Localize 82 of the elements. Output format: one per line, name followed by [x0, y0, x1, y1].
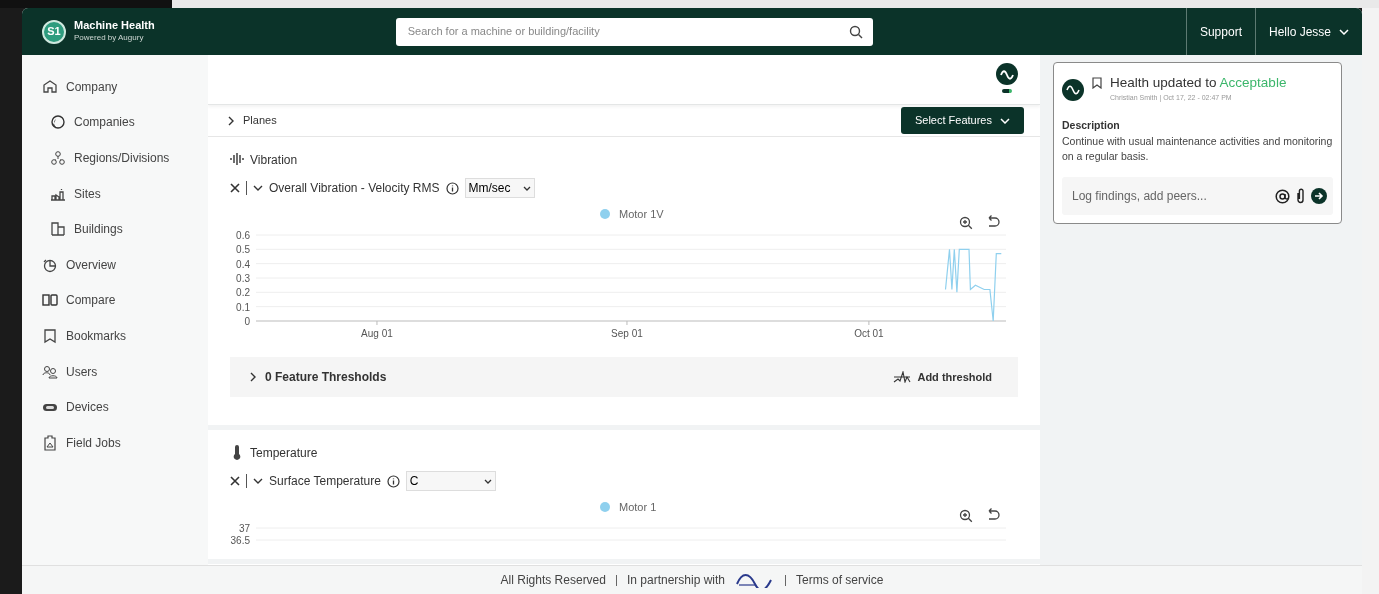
logo-badge: S1 [42, 19, 66, 44]
terms-link[interactable]: Terms of service [796, 571, 884, 589]
axis-tick-label: Sep 01 [611, 328, 643, 339]
house-icon [42, 78, 58, 95]
metric-label: Overall Vibration - Velocity RMS [269, 180, 440, 197]
paperclip-icon[interactable] [1296, 188, 1305, 204]
search-icon[interactable] [848, 24, 863, 39]
metric-label: Surface Temperature [269, 473, 381, 490]
sidebar-item[interactable]: Devices [22, 389, 208, 425]
hierarchy-icon [50, 150, 66, 166]
zoom-icon[interactable] [959, 216, 973, 230]
sidebar-item[interactable]: Sites [22, 175, 208, 212]
chevron-right-icon[interactable] [250, 372, 257, 382]
legend-label: Motor 1 [619, 501, 657, 513]
building-icon [50, 221, 66, 238]
info-icon [445, 181, 459, 195]
event-title: Health updated to Acceptable [1110, 74, 1287, 92]
close-icon[interactable] [230, 183, 240, 193]
comment-bar[interactable]: Log findings, add peers... [1062, 177, 1333, 215]
footer-text: All Rights Reserved [500, 572, 606, 589]
sidebar-item[interactable]: Regions/Divisions [22, 140, 208, 176]
unit-select[interactable]: Mm/sec [464, 178, 535, 198]
legend-label: Motor 1V [619, 208, 664, 220]
chevron-down-icon [1339, 28, 1349, 35]
chevron-down-icon[interactable] [253, 185, 263, 191]
axis-tick-label: 0.4 [236, 258, 250, 270]
axis-tick-label: 0.6 [236, 230, 250, 241]
app-subtitle: Powered by Augury [74, 31, 145, 44]
axis-tick-label: 0.2 [236, 287, 250, 299]
legend-marker [600, 502, 610, 512]
search-bar[interactable]: Search for a machine or building/facility [395, 17, 873, 46]
reset-icon[interactable] [988, 214, 1000, 227]
clipboard-icon [42, 434, 58, 451]
chevron-down-icon[interactable] [253, 478, 263, 484]
users-icon [42, 363, 58, 380]
chevron-down-icon [1000, 117, 1010, 124]
description-label: Description [1062, 117, 1121, 133]
sidebar-item[interactable]: Users [22, 353, 208, 390]
mention-icon[interactable] [1275, 188, 1290, 204]
columns-icon [42, 292, 58, 309]
sidebar-item[interactable]: Buildings [22, 211, 208, 247]
section-label: Planes [243, 113, 277, 129]
send-icon[interactable] [1311, 188, 1327, 204]
thresholds-label: 0 Feature Thresholds [265, 369, 387, 386]
description-text: Continue with usual maintenance activities and monitoring on a regular basis. [1062, 133, 1333, 165]
footer-text: In partnership with [626, 572, 726, 589]
sidebar-item[interactable]: Field Jobs [22, 424, 208, 461]
chevron-right-icon[interactable] [228, 115, 235, 126]
info-icon [386, 474, 400, 488]
sidebar-item[interactable]: Bookmarks [22, 318, 208, 354]
bookmark-icon [42, 327, 58, 344]
vibration-icon [230, 152, 244, 168]
chevron-down-icon [522, 185, 531, 191]
zoom-icon[interactable] [959, 509, 973, 523]
axis-tick-label: Aug 01 [361, 328, 393, 339]
wave-icon [1066, 85, 1080, 95]
unit-select[interactable]: C [405, 471, 496, 491]
app-title: Machine Health [74, 19, 155, 32]
feature-title: Vibration [250, 152, 298, 169]
threshold-icon [893, 371, 912, 383]
axis-tick-label: 0.5 [236, 244, 250, 256]
axis-tick-label: 0.1 [236, 301, 250, 313]
machine-health-icon [996, 63, 1018, 85]
close-icon[interactable] [230, 476, 240, 486]
select-features-button[interactable]: Select Features [900, 107, 1024, 134]
feature-title: Temperature [250, 445, 318, 462]
reset-icon[interactable] [988, 507, 1000, 520]
add-threshold-button[interactable]: Add threshold [887, 367, 998, 387]
legend-marker [600, 209, 610, 219]
bookmark-icon[interactable] [1092, 77, 1102, 90]
axis-tick-label: 37 [238, 523, 250, 534]
sidebar-item[interactable]: Companies [22, 104, 208, 141]
comment-field[interactable]: Log findings, add peers... [1070, 186, 1269, 206]
sidebar-item[interactable]: Compare [22, 282, 208, 319]
sidebar-item[interactable]: Overview [22, 246, 208, 283]
chevron-down-icon [483, 478, 492, 484]
axis-tick-label: 36.5 [230, 535, 250, 546]
status-bar-indicator [1002, 89, 1012, 93]
axis-tick-label: Oct 01 [854, 328, 884, 339]
axis-tick-label: 0 [244, 316, 250, 327]
sidebar-item[interactable]: Company [22, 69, 208, 105]
axis-tick-label: 0.3 [236, 273, 250, 284]
